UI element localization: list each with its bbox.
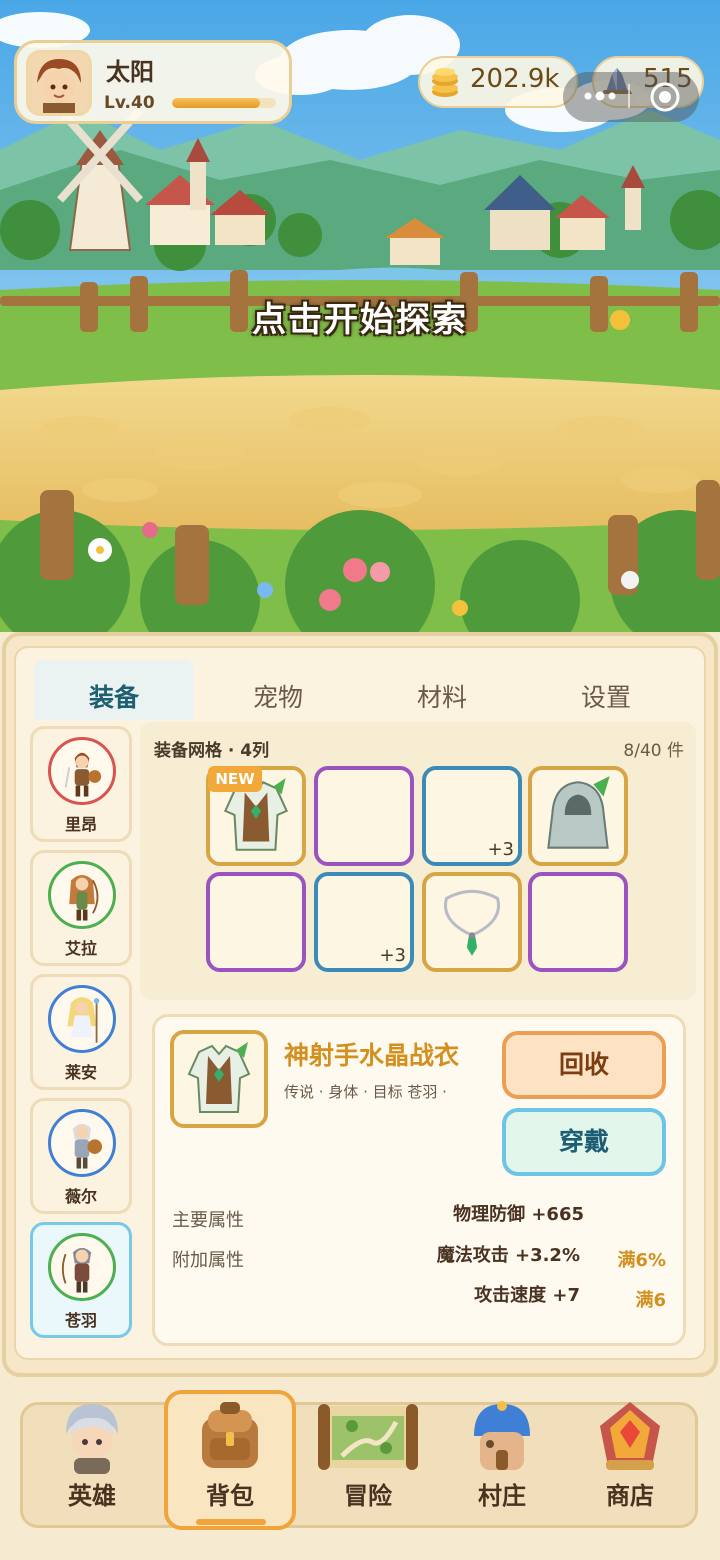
- xp-bar-fill: [172, 98, 261, 108]
- enhance-level: +3: [487, 839, 514, 860]
- item-meta: 传说 · 身体 · 目标 苍羽 ·: [284, 1083, 447, 1101]
- new-badge: NEW: [208, 766, 262, 792]
- close-miniapp-icon[interactable]: [648, 80, 682, 114]
- hero-icon: [66, 1404, 118, 1474]
- inventory-slot[interactable]: +3: [314, 872, 414, 972]
- more-menu-icon[interactable]: [580, 88, 620, 104]
- item-name: 神射手水晶战衣: [284, 1041, 460, 1070]
- hero-portrait: [48, 1233, 116, 1301]
- coin-amount: 202.9k: [470, 64, 560, 94]
- hero-portrait: [48, 861, 116, 929]
- item-count: 8/40 件: [623, 741, 684, 761]
- tab-equipment[interactable]: 装备: [34, 660, 194, 720]
- nav-backpack[interactable]: 背包: [164, 1390, 296, 1530]
- map-scroll-icon: [318, 1404, 418, 1470]
- enhance-level: +3: [379, 945, 406, 966]
- player-name: 太阳: [106, 58, 154, 86]
- hood-cloak-icon: [532, 770, 624, 866]
- coin-stack-icon: [432, 68, 458, 97]
- extra-attr-label: 附加属性: [172, 1250, 244, 1271]
- hero-portrait: [48, 1109, 116, 1177]
- hero-portrait: [48, 985, 116, 1053]
- hero-name: 莱安: [64, 1063, 97, 1082]
- attr-value: 攻击速度 +7: [474, 1285, 580, 1306]
- hero-card[interactable]: 里昂: [30, 726, 132, 842]
- attr-max: 满6%: [617, 1250, 666, 1271]
- hero-card[interactable]: 莱安: [30, 974, 132, 1090]
- inventory-slot[interactable]: [528, 872, 628, 972]
- inventory-slot[interactable]: [528, 766, 628, 866]
- attr-max: 满6: [635, 1290, 666, 1311]
- hero-name: 艾拉: [64, 939, 97, 958]
- hero-card[interactable]: 艾拉: [30, 850, 132, 966]
- inventory-slot[interactable]: [422, 872, 522, 972]
- tab-materials[interactable]: 材料: [362, 660, 522, 720]
- green-robe-icon: [187, 1042, 251, 1113]
- nav-label: 商店: [606, 1482, 654, 1510]
- nav-label: 英雄: [68, 1482, 116, 1510]
- hero-portrait: [48, 737, 116, 805]
- attr-value: 物理防御 +665: [453, 1204, 584, 1225]
- attr-value: 魔法攻击 +3.2%: [436, 1245, 580, 1266]
- nav-label: 村庄: [478, 1482, 526, 1510]
- player-avatar[interactable]: [26, 50, 92, 116]
- backpack-icon: [202, 1402, 258, 1468]
- hero-card[interactable]: 苍羽: [30, 1222, 132, 1338]
- inventory-slot[interactable]: [206, 872, 306, 972]
- xp-bar: [172, 98, 276, 108]
- nav-adventure[interactable]: 冒险: [302, 1390, 434, 1530]
- hero-name: 苍羽: [64, 1311, 97, 1330]
- main-attr-label: 主要属性: [172, 1210, 244, 1231]
- tab-settings[interactable]: 设置: [526, 660, 686, 720]
- necklace-icon: [426, 876, 518, 972]
- nav-heroes[interactable]: 英雄: [26, 1390, 158, 1530]
- equip-button[interactable]: 穿戴: [502, 1108, 666, 1176]
- hero-name: 薇尔: [64, 1187, 97, 1206]
- tab-pets[interactable]: 宠物: [198, 660, 358, 720]
- nav-label: 冒险: [344, 1482, 392, 1510]
- capsule-divider: [628, 84, 630, 108]
- selected-item-icon: [170, 1030, 268, 1128]
- explore-prompt[interactable]: 点击开始探索: [0, 292, 720, 341]
- inventory-slot[interactable]: +3: [422, 766, 522, 866]
- recycle-button[interactable]: 回收: [502, 1031, 666, 1099]
- nav-label: 背包: [206, 1482, 254, 1510]
- shop-icon: [600, 1402, 660, 1470]
- hero-name: 里昂: [64, 815, 97, 834]
- hero-card[interactable]: 薇尔: [30, 1098, 132, 1214]
- inventory-slot[interactable]: [314, 766, 414, 866]
- player-level: Lv.40: [104, 93, 155, 113]
- active-nav-indicator: [196, 1519, 266, 1525]
- nav-village[interactable]: 村庄: [436, 1390, 568, 1530]
- grid-title: 装备网格 · 4列: [154, 741, 270, 761]
- village-house-icon: [474, 1401, 530, 1470]
- nav-shop[interactable]: 商店: [564, 1390, 696, 1530]
